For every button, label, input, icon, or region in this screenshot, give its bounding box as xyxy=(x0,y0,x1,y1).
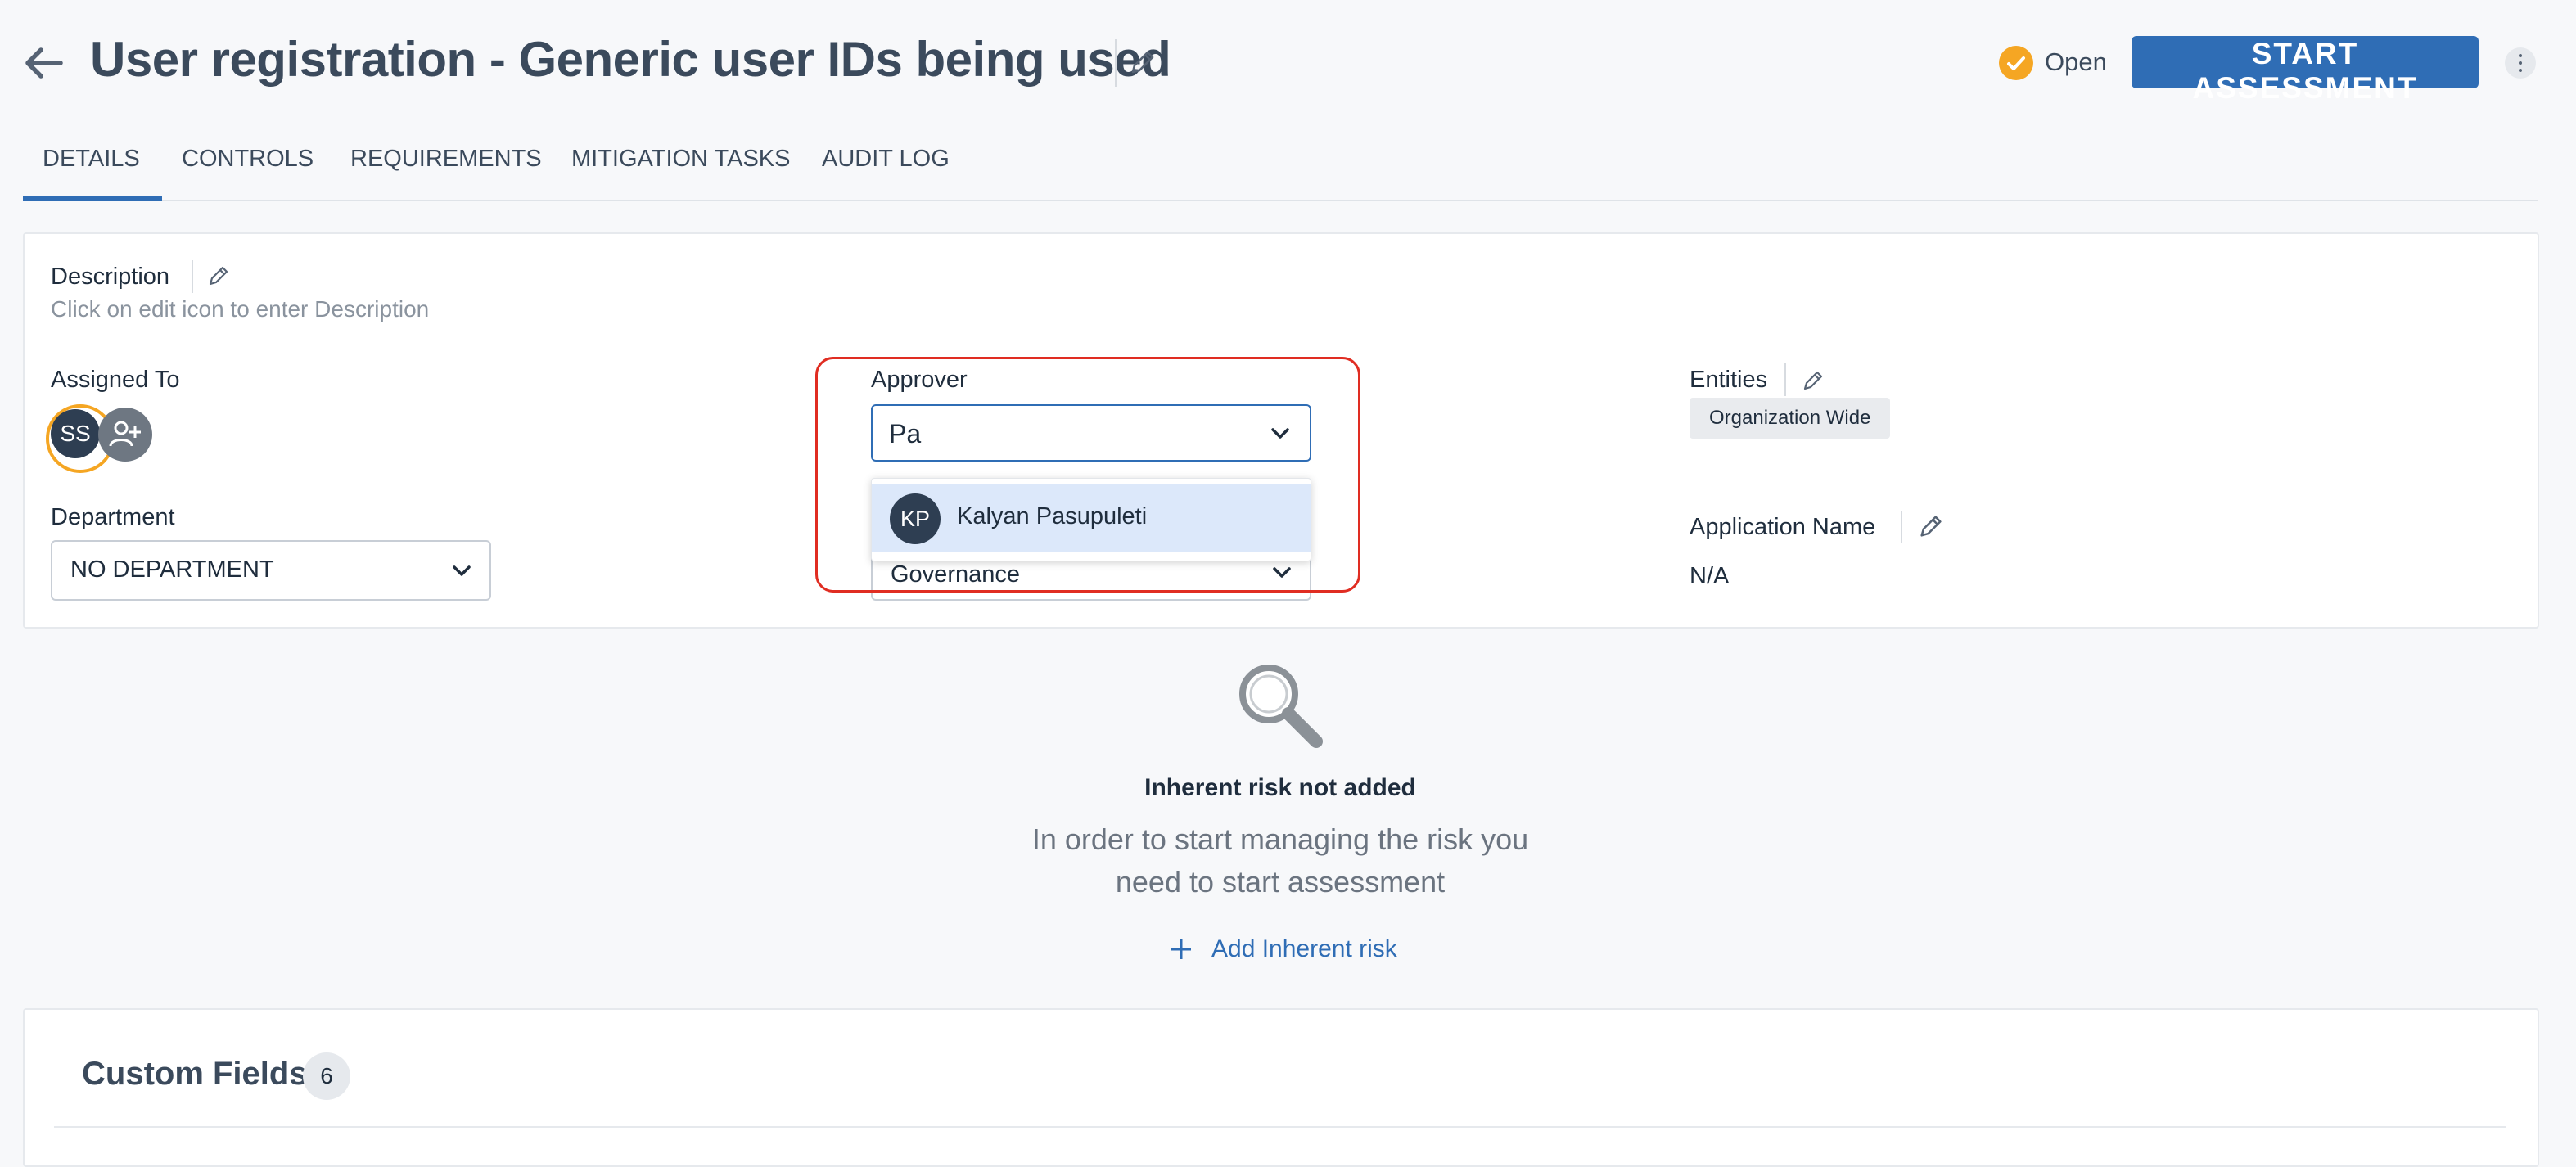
tab-audit-log[interactable]: AUDIT LOG xyxy=(822,146,950,198)
chevron-down-icon xyxy=(453,565,471,576)
custom-fields-card xyxy=(23,1008,2539,1167)
empty-state-message: In order to start managing the risk you … xyxy=(1031,822,1529,899)
add-inherent-risk-button[interactable]: Add Inherent risk xyxy=(1169,933,1397,966)
application-name-label: Application Name xyxy=(1690,514,1876,540)
assigned-to-label: Assigned To xyxy=(51,367,180,393)
custom-fields-divider xyxy=(54,1126,2506,1128)
edit-entities-pencil-icon[interactable] xyxy=(1801,368,1825,393)
application-name-value: N/A xyxy=(1690,563,1730,589)
application-divider xyxy=(1901,511,1902,543)
empty-state-title: Inherent risk not added xyxy=(1144,774,1416,801)
tab-details[interactable]: DETAILS xyxy=(23,146,162,201)
back-arrow-icon[interactable] xyxy=(21,41,65,85)
description-divider xyxy=(192,260,193,293)
department-value: NO DEPARTMENT xyxy=(70,556,274,583)
add-inherent-risk-label: Add Inherent risk xyxy=(1211,935,1397,962)
start-assessment-button[interactable]: START ASSESSMENT xyxy=(2132,36,2479,105)
page-title: User registration - Generic user IDs bei… xyxy=(90,32,1171,87)
magnifier-icon xyxy=(1239,665,1323,748)
status-check-icon xyxy=(1999,46,2033,80)
entities-label: Entities xyxy=(1690,367,1768,393)
edit-title-pencil-icon[interactable] xyxy=(1128,47,1157,77)
custom-fields-count-badge: 6 xyxy=(303,1052,350,1100)
tab-controls[interactable]: CONTROLS xyxy=(182,146,314,198)
edit-description-pencil-icon[interactable] xyxy=(206,264,231,288)
custom-fields-title: Custom Fields xyxy=(82,1056,308,1092)
edit-application-pencil-icon[interactable] xyxy=(1917,512,1945,540)
tab-requirements[interactable]: REQUIREMENTS xyxy=(350,146,542,198)
more-options-kebab-icon[interactable] xyxy=(2505,47,2536,79)
entities-divider xyxy=(1784,363,1786,396)
title-divider xyxy=(1115,39,1117,87)
tab-bar: DETAILS CONTROLS REQUIREMENTS MITIGATION… xyxy=(23,146,2538,201)
plus-icon xyxy=(1171,939,1191,959)
highlight-box xyxy=(815,357,1360,593)
department-select[interactable]: NO DEPARTMENT xyxy=(51,540,491,601)
entity-chip: Organization Wide xyxy=(1690,398,1891,439)
tab-mitigation-tasks[interactable]: MITIGATION TASKS xyxy=(571,146,790,198)
status-label: Open xyxy=(2045,47,2107,76)
add-assignee-icon[interactable] xyxy=(98,408,152,462)
department-label: Department xyxy=(51,504,175,530)
assignee-avatar: SS xyxy=(51,409,100,458)
description-label: Description xyxy=(51,264,170,290)
description-placeholder: Click on edit icon to enter Description xyxy=(51,296,430,322)
